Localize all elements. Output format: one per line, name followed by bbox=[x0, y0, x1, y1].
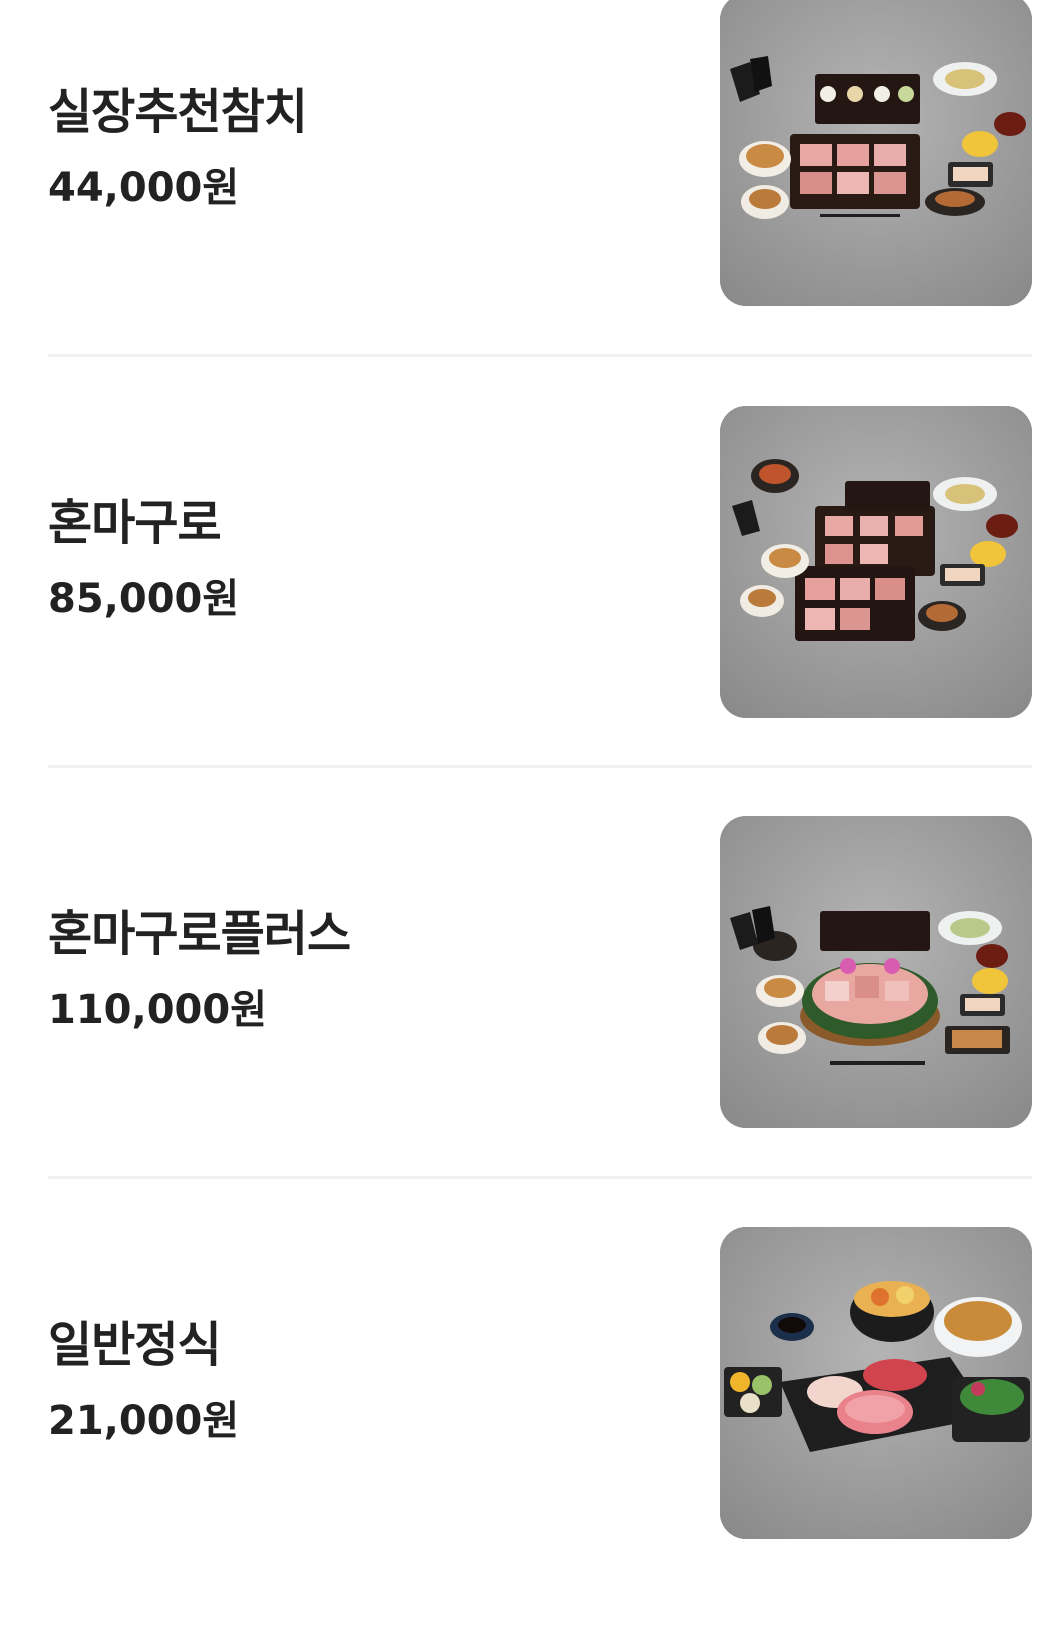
divider bbox=[48, 1176, 1032, 1179]
menu-list: 실장추천참치 44,000원 혼마구로 85,000원 혼마구로플러스 110,… bbox=[0, 0, 1055, 1539]
menu-item-price: 85,000원 bbox=[48, 576, 240, 622]
menu-item-name: 혼마구로 bbox=[48, 495, 222, 551]
menu-item-photo[interactable] bbox=[720, 816, 1032, 1128]
menu-item-price: 21,000원 bbox=[48, 1398, 240, 1444]
menu-item-price: 44,000원 bbox=[48, 165, 240, 211]
menu-item-photo[interactable] bbox=[720, 406, 1032, 718]
menu-item-photo[interactable] bbox=[720, 1227, 1032, 1539]
divider bbox=[48, 354, 1032, 357]
menu-item-honmaguro[interactable]: 혼마구로 85,000원 bbox=[0, 406, 1055, 822]
menu-item-silJang-chucheon[interactable]: 실장추천참치 44,000원 bbox=[0, 0, 1055, 411]
menu-item-name: 일반정식 bbox=[48, 1317, 222, 1373]
menu-item-price: 110,000원 bbox=[48, 987, 267, 1033]
divider bbox=[48, 765, 1032, 768]
menu-item-honmaguro-plus[interactable]: 혼마구로플러스 110,000원 bbox=[0, 816, 1055, 1233]
menu-item-name: 혼마구로플러스 bbox=[48, 906, 351, 962]
menu-item-name: 실장추천참치 bbox=[48, 84, 308, 140]
menu-item-photo[interactable] bbox=[720, 0, 1032, 306]
menu-item-ilban-jeongsik[interactable]: 일반정식 21,000원 bbox=[0, 1227, 1055, 1644]
